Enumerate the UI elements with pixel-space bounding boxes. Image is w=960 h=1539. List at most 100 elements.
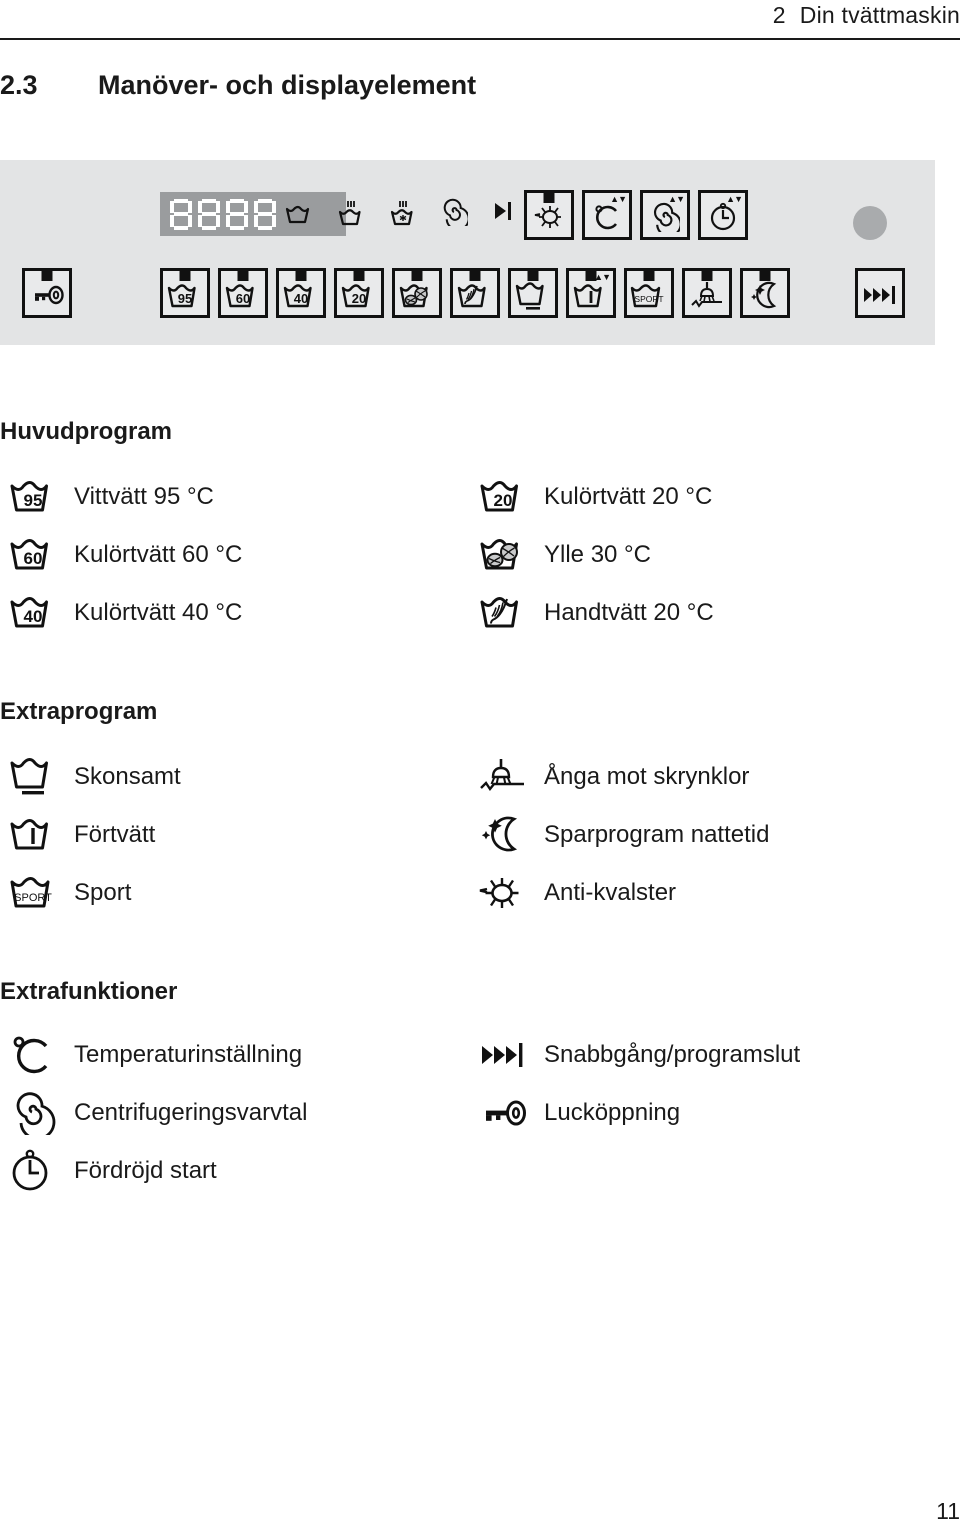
list-item-label: Förtvätt [74,821,156,848]
heading-main-programs: Huvudprogram [0,418,173,445]
button-program-prewash[interactable]: ▲▼ [566,268,616,318]
list-item-label: Handtvätt 20 °C [544,599,714,626]
header-divider [0,38,960,40]
temperature-celsius-icon [0,1033,74,1077]
tub-wool-icon [395,278,439,312]
wash-tub-icon [284,198,314,230]
list-item-label: Kulörtvätt 60 °C [74,541,243,568]
digit-3 [226,198,248,230]
list-item-label: Kulörtvätt 20 °C [544,483,713,510]
door-key-icon [470,1098,544,1128]
legend-extra-functions: Temperaturinställning Centrifugeringsvar… [0,1026,960,1206]
legend-main-programs-left-column: 95 Vittvätt 95 °C 60 Kulörtvätt 60 °C 40 [0,468,470,642]
tub-gentle-icon [511,278,555,312]
page-header: 2 Din tvättmaskin [0,0,960,44]
tub-60-icon: 60 [221,278,265,312]
list-item-label: Ånga mot skrynklor [544,763,750,790]
svg-text:20: 20 [494,491,513,510]
door-open-key-container [22,268,72,318]
night-moon-icon [470,814,544,856]
list-item-label: Centrifugeringsvarvtal [74,1099,308,1126]
tub-sport-icon: SPORT [0,873,74,913]
button-program-night[interactable] [740,268,790,318]
button-delay-start[interactable]: ▲▼ [698,190,748,240]
control-panel-illustration: ▲▼ ▲▼ ▲▼ 95 60 40 20 ▲▼ SPORT [0,160,935,345]
legend-main-programs: 95 Vittvätt 95 °C 60 Kulörtvätt 60 °C 40 [0,468,960,648]
tub-95-icon: 95 [0,477,74,517]
button-door-open[interactable] [22,268,72,318]
button-program-steam[interactable] [682,268,732,318]
anti-mite-bug-icon [527,200,571,234]
chapter-number: 2 [772,2,786,28]
button-program-handwash[interactable] [450,268,500,318]
list-item: 40 Kulörtvätt 40 °C [0,584,470,642]
digit-1 [170,198,192,230]
control-panel-bottom-key-row: 95 60 40 20 ▲▼ SPORT [160,268,790,318]
tub-95-icon: 95 [163,278,207,312]
list-item-label: Anti-kvalster [544,879,677,906]
night-moon-icon [743,278,787,312]
page-number: 11 [936,1498,960,1524]
list-item: Sparprogram nattetid [470,806,960,864]
status-indicator-icons [284,192,514,236]
button-spin-speed[interactable]: ▲▼ [640,190,690,240]
svg-text:95: 95 [24,491,43,510]
list-item: SPORT Sport [0,864,470,922]
button-program-wool[interactable] [392,268,442,318]
fast-forward-end-icon [470,1039,544,1071]
legend-extra-programs: Skonsamt Förtvätt SPORT Sport Ånga mot s… [0,748,960,928]
start-knob[interactable] [853,206,887,240]
section-heading: Manöver- och displayelement [98,70,477,100]
list-item: Temperaturinställning [0,1026,470,1084]
tub-prewash-icon [0,815,74,855]
fast-forward-end-icon [858,278,902,312]
tub-hand-icon [453,278,497,312]
button-program-95[interactable]: 95 [160,268,210,318]
tub-20-icon: 20 [470,477,544,517]
button-program-60[interactable]: 60 [218,268,268,318]
svg-text:SPORT: SPORT [14,892,52,904]
button-program-20[interactable]: 20 [334,268,384,318]
list-item: Snabbgång/programslut [470,1026,960,1084]
play-to-end-icon [490,198,516,230]
digit-2 [198,198,220,230]
tub-prewash-icon [569,278,613,312]
chapter-header: 2 Din tvättmaskin [773,2,960,29]
seven-segment-display [170,198,276,230]
tub-40-icon: 40 [279,278,323,312]
heading-extra-programs: Extraprogram [0,698,158,725]
spin-spiral-icon [440,198,470,231]
list-item: Anti-kvalster [470,864,960,922]
button-anti-mite[interactable] [524,190,574,240]
temperature-celsius-icon [585,200,629,234]
svg-text:60: 60 [24,549,43,568]
button-fast-forward[interactable] [855,268,905,318]
legend-extra-programs-right-column: Ånga mot skrynklor Sparprogram nattetid [470,748,960,922]
list-item-label: Kulörtvätt 40 °C [74,599,243,626]
list-item-label: Vittvätt 95 °C [74,483,214,510]
legend-extra-functions-left-column: Temperaturinställning Centrifugeringsvar… [0,1026,470,1200]
section-number: 2.3 [0,70,38,100]
delay-clock-icon [0,1148,74,1194]
button-program-sport[interactable]: SPORT [624,268,674,318]
spin-spiral-icon [0,1091,74,1135]
list-item: 95 Vittvätt 95 °C [0,468,470,526]
svg-text:20: 20 [352,291,366,306]
digit-4 [254,198,276,230]
heading-extra-functions: Extrafunktioner [0,978,178,1005]
button-program-40[interactable]: 40 [276,268,326,318]
list-item-label: Snabbgång/programslut [544,1041,801,1068]
chapter-title: Din tvättmaskin [799,2,960,28]
svg-text:SPORT: SPORT [634,294,663,304]
tub-40-icon: 40 [0,593,74,633]
spin-spiral-icon [643,200,687,234]
svg-text:60: 60 [236,291,250,306]
button-program-gentle[interactable] [508,268,558,318]
tub-heat-icon [336,198,366,230]
tub-gentle-icon [0,755,74,799]
steam-icon [470,757,544,797]
button-temperature[interactable]: ▲▼ [582,190,632,240]
list-item: Handtvätt 20 °C [470,584,960,642]
list-item: 20 Kulörtvätt 20 °C [470,468,960,526]
tub-hand-icon [470,593,544,633]
